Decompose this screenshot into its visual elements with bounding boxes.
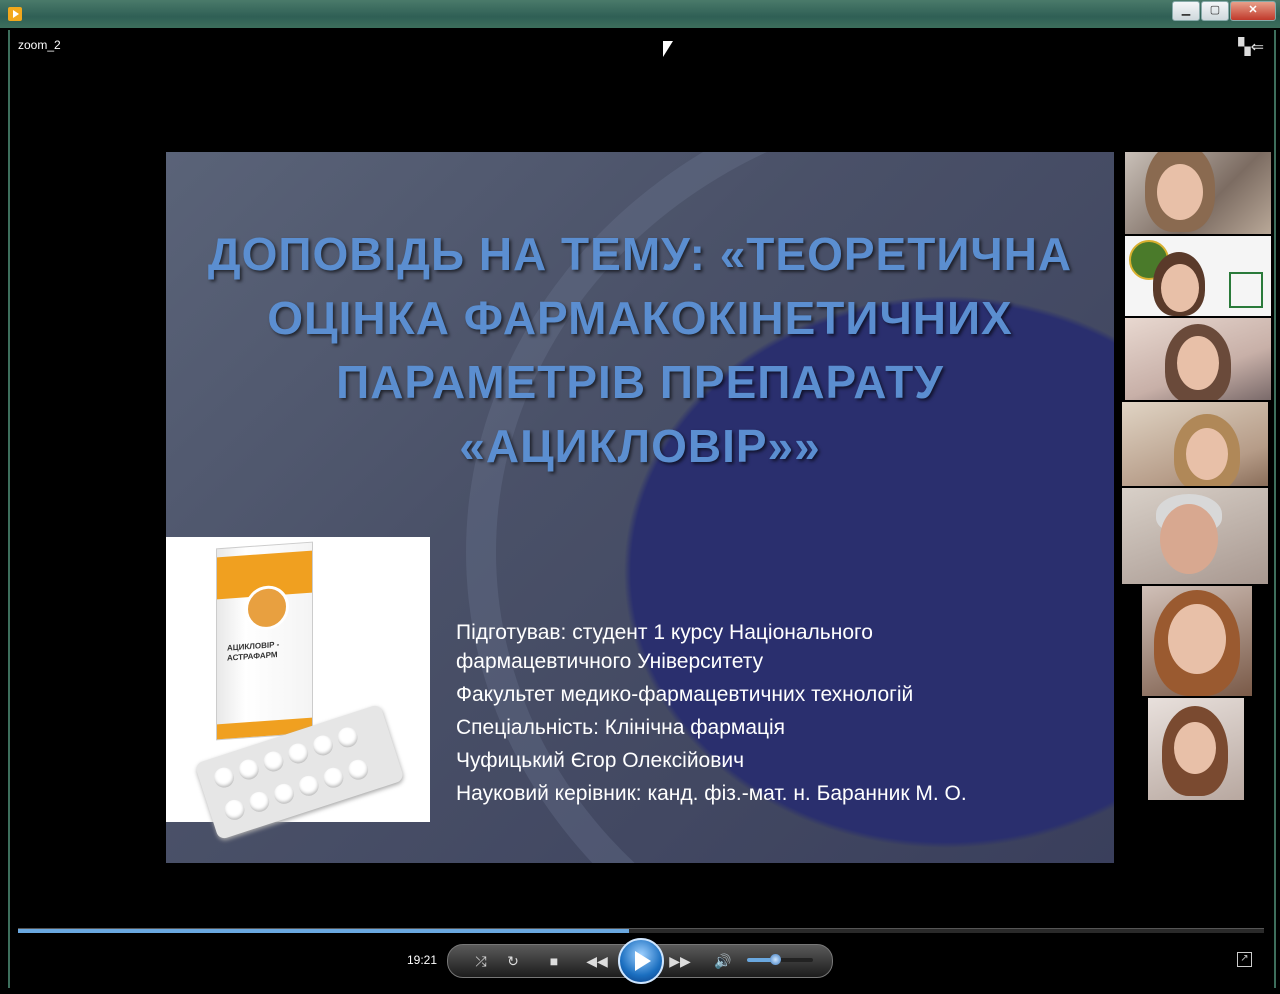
app-icon [8, 7, 22, 21]
volume-icon[interactable]: 🔊 [712, 945, 734, 977]
info-line-supervisor: Науковий керівник: канд. фіз.-мат. н. Ба… [456, 782, 967, 805]
switch-to-library-icon[interactable]: ↗ [1237, 952, 1252, 967]
box-label: АЦИКЛОВІР - АСТРАФАРМ [227, 639, 280, 663]
seek-bar[interactable] [18, 928, 1264, 933]
close-button[interactable]: ✕ [1230, 1, 1276, 21]
previous-icon[interactable]: ◀◀ [584, 945, 610, 977]
switch-view-icon[interactable]: ▚⇐ [1238, 37, 1264, 57]
participant-video[interactable] [1125, 318, 1271, 400]
participant-video[interactable] [1122, 402, 1268, 486]
participant-video[interactable] [1125, 236, 1271, 316]
info-line-faculty: Факультет медико-фармацевтичних технолог… [456, 683, 914, 706]
repeat-icon[interactable]: ↻ [502, 945, 524, 977]
product-image: АЦИКЛОВІР - АСТРАФАРМ [166, 537, 430, 841]
participant-video[interactable] [1142, 586, 1252, 696]
participant-video[interactable] [1125, 152, 1271, 234]
info-line-prepared-by: Підготував: студент 1 курсу Національног… [456, 621, 873, 673]
file-title: zoom_2 [18, 38, 61, 52]
current-time: 19:21 [406, 953, 437, 967]
medicine-box: АЦИКЛОВІР - АСТРАФАРМ [216, 541, 313, 741]
mouse-cursor-icon [663, 41, 673, 57]
author-info: Підготував: студент 1 курсу Національног… [456, 618, 967, 812]
volume-knob[interactable] [769, 954, 781, 965]
media-player-window: ▁ ▢ ✕ zoom_2 ▚⇐ ДОПОВІДЬ НА ТЕМУ: «ТЕОРЕ… [0, 0, 1280, 994]
next-icon[interactable]: ▶▶ [667, 945, 693, 977]
seek-progress [18, 929, 629, 933]
shuffle-icon[interactable]: ⤮ [470, 945, 492, 977]
brand-logo-icon [245, 584, 289, 632]
slide-title: ДОПОВІДЬ НА ТЕМУ: «ТЕОРЕТИЧНА ОЦІНКА ФАР… [207, 228, 1073, 472]
stop-icon[interactable]: ■ [543, 945, 565, 977]
presentation-slide: ДОПОВІДЬ НА ТЕМУ: «ТЕОРЕТИЧНА ОЦІНКА ФАР… [166, 152, 1114, 863]
maximize-button[interactable]: ▢ [1201, 1, 1229, 21]
info-line-specialty: Спеціальність: Клінічна фармація [456, 716, 786, 739]
play-button[interactable] [618, 938, 664, 984]
title-bar[interactable]: ▁ ▢ ✕ [0, 0, 1280, 28]
info-line-author: Чуфицький Єгор Олексійович [456, 749, 745, 772]
minimize-button[interactable]: ▁ [1172, 1, 1200, 21]
participant-video[interactable] [1148, 698, 1244, 800]
participant-video[interactable] [1122, 488, 1268, 584]
volume-slider[interactable] [747, 954, 813, 965]
